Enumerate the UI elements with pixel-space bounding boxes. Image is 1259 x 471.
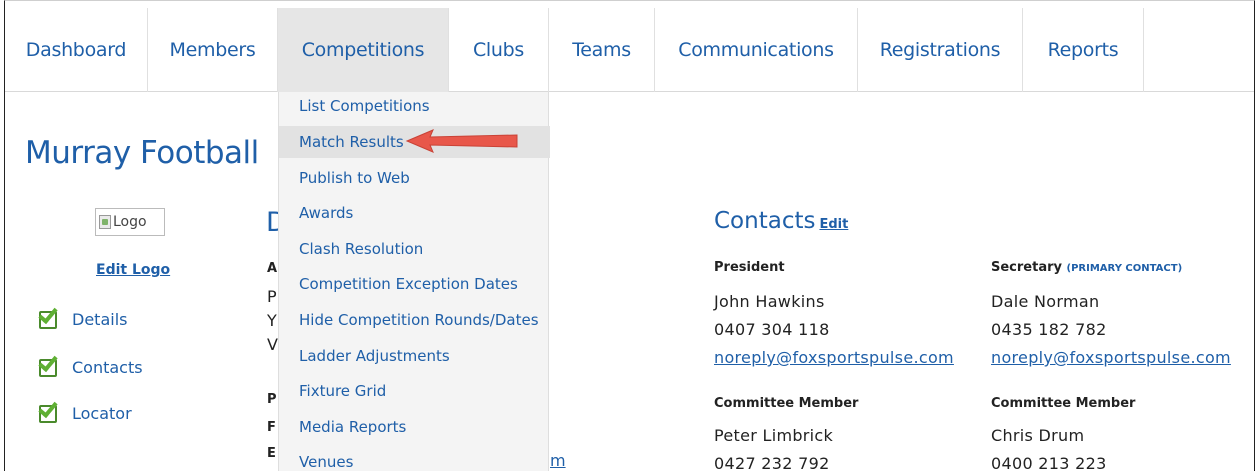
contact-role: Committee Member [714, 396, 859, 411]
top-nav: Dashboard Members Competitions Clubs Tea… [5, 8, 1254, 92]
contact-email-link[interactable]: noreply@foxsportspulse.com [714, 348, 954, 367]
details-fragment: P [267, 392, 277, 407]
contact-name: John Hawkins [714, 292, 825, 311]
side-link-details[interactable]: Details [38, 303, 128, 330]
side-link-label: Locator [72, 403, 132, 423]
checkbox-checked-icon [38, 351, 63, 378]
checkbox-checked-icon [38, 397, 63, 424]
contact-role: Secretary (PRIMARY CONTACT) [991, 260, 1182, 275]
nav-dashboard[interactable]: Dashboard [5, 8, 148, 92]
contact-email-link[interactable]: noreply@foxsportspulse.com [991, 348, 1231, 367]
details-fragment: Y [267, 311, 277, 330]
logo-alt-text: Logo [113, 214, 147, 230]
contact-role-label: Secretary [991, 260, 1062, 275]
edit-logo-link[interactable]: Edit Logo [96, 262, 170, 278]
menu-item-awards[interactable]: Awards [279, 203, 550, 235]
details-fragment: E [267, 446, 276, 461]
side-link-contacts[interactable]: Contacts [38, 351, 143, 378]
details-fragment: V [267, 335, 278, 354]
menu-item-ladder-adjustments[interactable]: Ladder Adjustments [279, 346, 550, 378]
contact-phone: 0427 232 792 [714, 454, 830, 471]
menu-item-fixture-grid[interactable]: Fixture Grid [279, 381, 550, 413]
contact-role: President [714, 260, 785, 275]
contact-role: Committee Member [991, 396, 1136, 411]
nav-teams[interactable]: Teams [549, 8, 655, 92]
nav-clubs[interactable]: Clubs [449, 8, 549, 92]
primary-contact-badge: (PRIMARY CONTACT) [1066, 263, 1183, 274]
details-fragment: A [267, 261, 278, 276]
menu-item-publish-to-web[interactable]: Publish to Web [279, 168, 550, 200]
contact-name: Dale Norman [991, 292, 1100, 311]
nav-registrations[interactable]: Registrations [858, 8, 1023, 92]
contacts-title: Contacts [714, 208, 816, 234]
checkbox-checked-icon [38, 303, 63, 330]
menu-item-media-reports[interactable]: Media Reports [279, 417, 550, 449]
contact-phone: 0435 182 782 [991, 320, 1107, 339]
contact-phone: 0407 304 118 [714, 320, 830, 339]
menu-item-clash-resolution[interactable]: Clash Resolution [279, 239, 550, 271]
side-link-locator[interactable]: Locator [38, 397, 132, 424]
contact-name: Chris Drum [991, 426, 1085, 445]
nav-reports[interactable]: Reports [1023, 8, 1144, 92]
side-link-label: Contacts [72, 357, 143, 377]
menu-item-hide-competition-rounds[interactable]: Hide Competition Rounds/Dates [279, 310, 550, 342]
details-fragment: F [267, 420, 276, 435]
contact-name: Peter Limbrick [714, 426, 834, 445]
logo-image: Logo [95, 208, 165, 236]
menu-item-list-competitions[interactable]: List Competitions [279, 96, 550, 128]
nav-communications[interactable]: Communications [655, 8, 858, 92]
side-link-label: Details [72, 309, 128, 329]
contacts-heading: Contacts Edit [714, 208, 848, 234]
broken-image-icon [99, 215, 111, 229]
menu-item-competition-exception-dates[interactable]: Competition Exception Dates [279, 274, 550, 306]
nav-members[interactable]: Members [148, 8, 278, 92]
details-email-fragment[interactable]: m [550, 451, 566, 470]
nav-competitions[interactable]: Competitions [278, 8, 449, 92]
arrow-annotation-icon [405, 129, 518, 153]
page-title: Murray Football [25, 135, 259, 171]
details-fragment: P [267, 287, 277, 306]
contacts-edit-link[interactable]: Edit [819, 217, 848, 232]
contact-phone: 0400 213 223 [991, 454, 1107, 471]
menu-item-venues[interactable]: Venues [279, 452, 550, 471]
